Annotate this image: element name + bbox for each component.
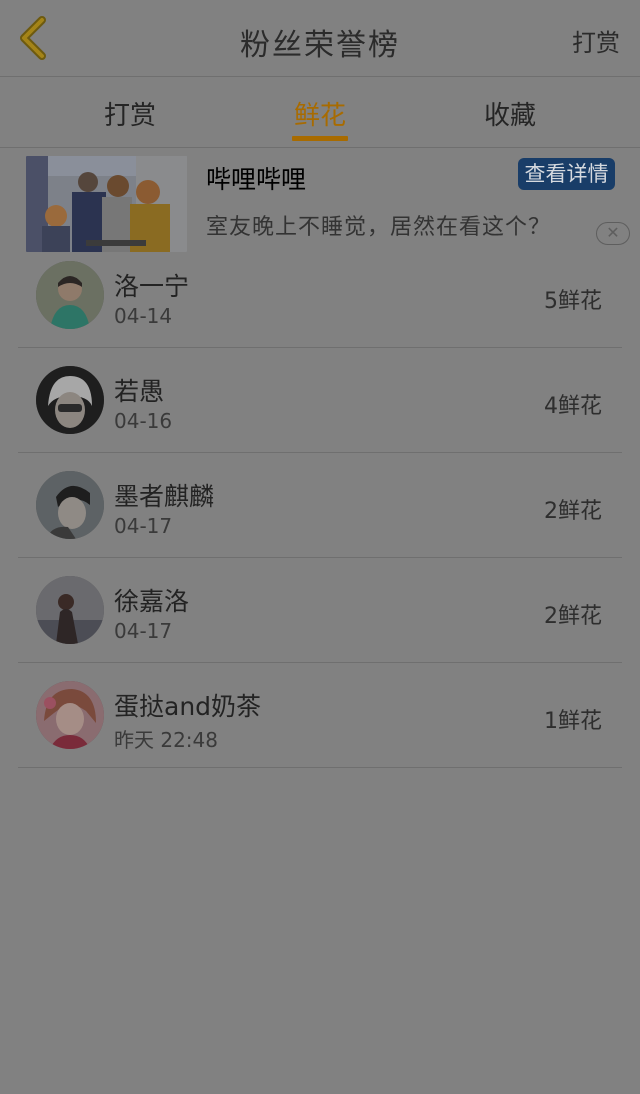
ad-banner[interactable]: 哔哩哔哩 室友晚上不睡觉，居然在看这个？ 查看详情 ✕ bbox=[0, 148, 640, 254]
list-item[interactable]: 洛一宁 04-14 5鲜花 bbox=[0, 243, 640, 348]
active-tab-indicator bbox=[292, 136, 348, 141]
list-item[interactable]: 徐嘉洛 04-17 2鲜花 bbox=[0, 558, 640, 663]
fan-date: 昨天 22:48 bbox=[114, 728, 218, 752]
ad-thumbnail[interactable] bbox=[26, 156, 187, 252]
flower-count: 1鲜花 bbox=[544, 709, 602, 734]
fan-date: 04-14 bbox=[114, 304, 173, 328]
list-item[interactable]: 墨者麒麟 04-17 2鲜花 bbox=[0, 453, 640, 558]
flower-count: 4鲜花 bbox=[544, 394, 602, 419]
fan-date: 04-17 bbox=[114, 514, 173, 538]
top-bar: 粉丝荣誉榜 打赏 bbox=[0, 0, 640, 77]
ad-close-button[interactable]: ✕ bbox=[596, 222, 630, 245]
flower-count: 2鲜花 bbox=[544, 499, 602, 524]
fan-list: 洛一宁 04-14 5鲜花 若愚 04-16 4鲜花 墨者麒麟 04-17 2鲜… bbox=[0, 243, 640, 768]
fan-name: 若愚 bbox=[114, 377, 165, 406]
fan-date: 04-17 bbox=[114, 619, 173, 643]
avatar bbox=[36, 366, 104, 434]
flower-count: 2鲜花 bbox=[544, 604, 602, 629]
tab-flowers[interactable]: 鲜花 bbox=[260, 95, 380, 132]
tab-reward[interactable]: 打赏 bbox=[70, 95, 190, 132]
reward-button[interactable]: 打赏 bbox=[572, 23, 620, 58]
fan-name: 墨者麒麟 bbox=[114, 482, 215, 511]
ad-details-button[interactable]: 查看详情 bbox=[518, 158, 615, 190]
avatar bbox=[36, 471, 104, 539]
list-item[interactable]: 蛋挞and奶茶 昨天 22:48 1鲜花 bbox=[0, 663, 640, 768]
divider bbox=[18, 767, 622, 768]
screen: 粉丝荣誉榜 打赏 打赏 鲜花 收藏 哔哩哔哩 室友晚上不睡觉，居然在看这个？ 查… bbox=[0, 0, 640, 1094]
fan-date: 04-16 bbox=[114, 409, 173, 433]
ad-subtitle: 室友晚上不睡觉，居然在看这个？ bbox=[206, 215, 552, 240]
avatar bbox=[36, 681, 104, 749]
page-title: 粉丝荣誉榜 bbox=[240, 28, 400, 63]
ad-title: 哔哩哔哩 bbox=[206, 165, 307, 194]
list-item[interactable]: 若愚 04-16 4鲜花 bbox=[0, 348, 640, 453]
fan-name: 徐嘉洛 bbox=[114, 587, 190, 616]
tab-favorites[interactable]: 收藏 bbox=[450, 95, 570, 132]
flower-count: 5鲜花 bbox=[544, 289, 602, 314]
avatar bbox=[36, 261, 104, 329]
fan-name: 洛一宁 bbox=[114, 272, 190, 301]
avatar bbox=[36, 576, 104, 644]
fan-name: 蛋挞and奶茶 bbox=[114, 692, 262, 721]
